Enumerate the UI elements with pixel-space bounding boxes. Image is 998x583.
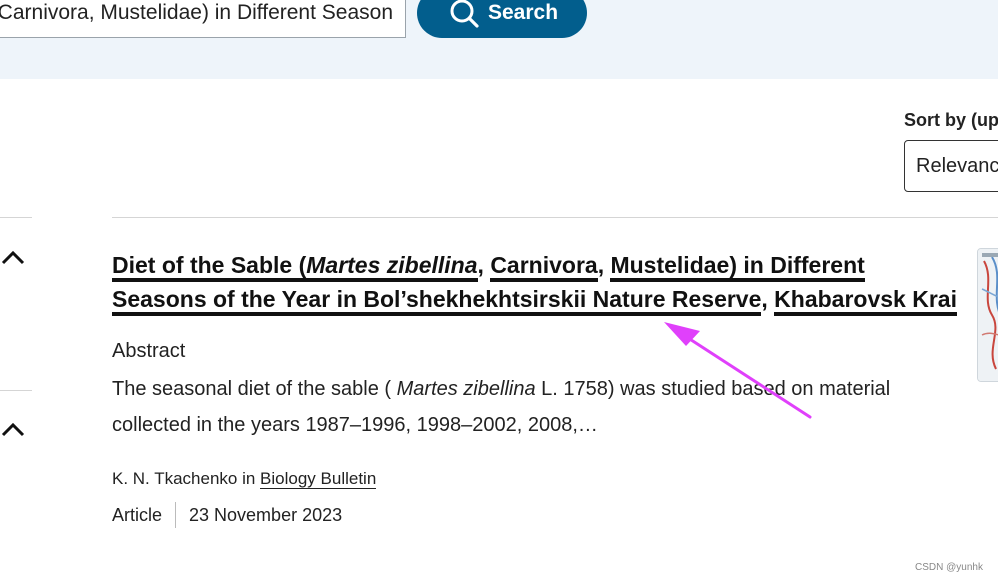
- result-title-link-part2[interactable]: Carnivora: [490, 252, 598, 282]
- abstract-text: The seasonal diet of the sable ( Martes …: [112, 378, 891, 436]
- search-icon: [450, 0, 479, 28]
- search-results-page: Diet of the Sable (Martes zibellina, Car…: [0, 0, 998, 583]
- chevron-up-icon[interactable]: [1, 250, 25, 266]
- result-title-link-part4[interactable]: Khabarovsk Krai: [774, 286, 957, 316]
- annotation-arrow-head: [664, 322, 700, 346]
- search-input[interactable]: Diet of the Sable (Martes zibellina, Car…: [0, 0, 406, 38]
- search-bar-area: Diet of the Sable (Martes zibellina, Car…: [0, 0, 998, 79]
- result-authors: K. N. Tkachenko in Biology Bulletin: [112, 469, 377, 489]
- search-button[interactable]: Search: [417, 0, 587, 38]
- search-input-value[interactable]: Diet of the Sable (Martes zibellina, Car…: [0, 0, 405, 35]
- abstract-heading: Abstract: [112, 340, 186, 362]
- journal-cover-thumbnail[interactable]: [977, 248, 998, 382]
- result-title: Diet of the Sable (Martes zibellina, Car…: [112, 248, 962, 316]
- author-names: K. N. Tkachenko: [112, 469, 238, 488]
- result-title-link-part1[interactable]: Diet of the Sable (Martes zibellina: [112, 252, 478, 282]
- title-comma: ,: [597, 252, 605, 278]
- result-meta: Article 23 November 2023: [112, 502, 342, 528]
- abstract-species: Martes zibellina: [396, 378, 536, 400]
- sort-label: Sort by (up: [904, 110, 998, 130]
- left-divider-middle: [0, 390, 32, 391]
- sort-select[interactable]: Relevanc: [904, 140, 998, 192]
- content-type: Article: [112, 504, 163, 525]
- meta-separator: [175, 502, 177, 528]
- left-divider-top: [0, 217, 32, 218]
- watermark: CSDN @yunhk: [915, 562, 983, 573]
- cover-image: [978, 249, 998, 381]
- sort-select-value: Relevanc: [916, 155, 998, 177]
- search-button-label: Search: [488, 1, 559, 24]
- chevron-up-icon[interactable]: [1, 422, 25, 438]
- journal-link[interactable]: Biology Bulletin: [260, 469, 377, 489]
- result-title-species: Martes zibellina: [306, 252, 478, 278]
- publish-date: 23 November 2023: [189, 504, 343, 525]
- title-comma: ,: [761, 286, 768, 312]
- results-divider: [112, 217, 998, 218]
- title-comma: ,: [477, 252, 484, 278]
